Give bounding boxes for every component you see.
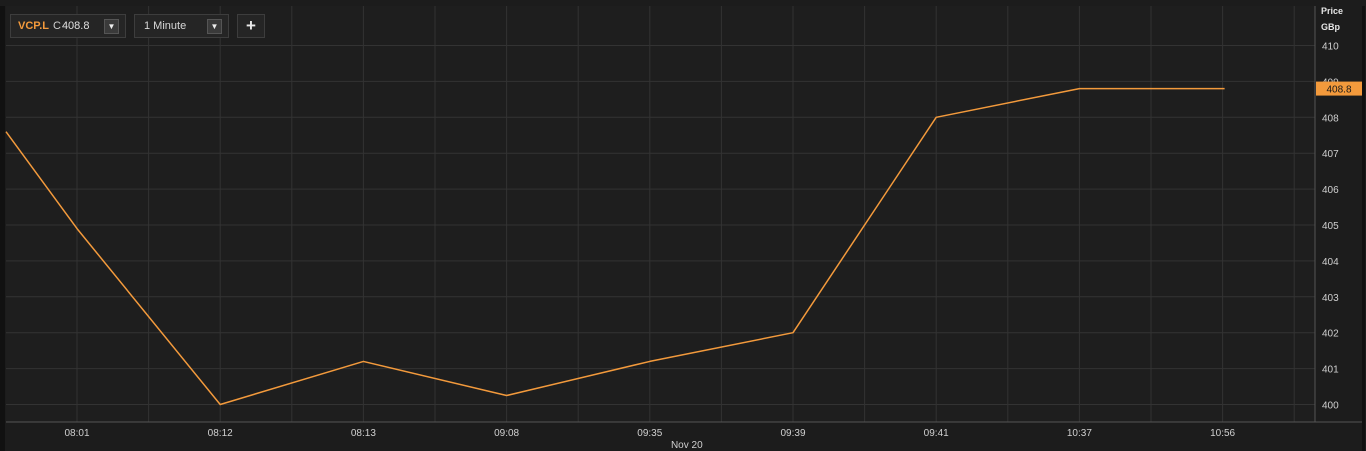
plus-icon: + bbox=[246, 16, 256, 35]
y-tick-label: 402 bbox=[1322, 329, 1339, 340]
symbol-selector[interactable]: VCP.L C 408.8 ▼ bbox=[10, 14, 126, 38]
chart-window: 40040140240340440540640740840941008:0108… bbox=[0, 0, 1366, 451]
series-point bbox=[505, 394, 509, 398]
series-point bbox=[1221, 87, 1225, 91]
series-point bbox=[218, 403, 222, 407]
add-button[interactable]: + bbox=[237, 14, 265, 38]
series-point bbox=[791, 331, 795, 335]
y-tick-label: 403 bbox=[1322, 293, 1339, 304]
series-point bbox=[361, 359, 365, 363]
series-point bbox=[1077, 87, 1081, 91]
caret-down-icon[interactable]: ▼ bbox=[104, 18, 119, 34]
series-point bbox=[75, 227, 79, 231]
x-tick-label: 08:01 bbox=[64, 428, 89, 439]
x-tick-label: 09:08 bbox=[494, 428, 519, 439]
x-tick-label: 09:35 bbox=[637, 428, 662, 439]
price-axis-title: Price bbox=[1321, 6, 1344, 16]
currency-label: GBp bbox=[1321, 22, 1340, 32]
left-edge bbox=[0, 6, 5, 451]
close-value: 408.8 bbox=[61, 20, 90, 32]
y-tick-label: 401 bbox=[1322, 365, 1339, 376]
y-tick-label: 404 bbox=[1322, 257, 1339, 268]
date-axis-label: Nov 20 bbox=[671, 440, 703, 451]
interval-label: 1 Minute bbox=[144, 20, 187, 32]
close-label: C bbox=[52, 20, 61, 32]
y-tick-label: 406 bbox=[1322, 185, 1339, 196]
x-tick-label: 08:13 bbox=[351, 428, 376, 439]
right-edge bbox=[1362, 6, 1365, 451]
x-tick-label: 09:39 bbox=[780, 428, 805, 439]
y-tick-label: 408 bbox=[1322, 113, 1339, 124]
y-tick-label: 400 bbox=[1322, 401, 1339, 412]
interval-selector[interactable]: 1 Minute ▼ bbox=[134, 14, 229, 38]
series-point bbox=[648, 359, 652, 363]
x-tick-label: 10:56 bbox=[1210, 428, 1235, 439]
y-tick-label: 407 bbox=[1322, 149, 1339, 160]
last-price-label: 408.8 bbox=[1326, 85, 1351, 96]
series-point bbox=[934, 115, 938, 119]
chart-toolbar: VCP.L C 408.8 ▼ 1 Minute ▼ + bbox=[10, 14, 265, 38]
price-chart[interactable]: 40040140240340440540640740840941008:0108… bbox=[0, 0, 1366, 451]
y-tick-label: 405 bbox=[1322, 221, 1339, 232]
caret-down-icon[interactable]: ▼ bbox=[207, 18, 222, 34]
x-tick-label: 09:41 bbox=[924, 428, 949, 439]
x-tick-label: 08:12 bbox=[208, 428, 233, 439]
symbol-label: VCP.L bbox=[18, 20, 49, 32]
y-tick-label: 410 bbox=[1322, 42, 1339, 53]
x-tick-label: 10:37 bbox=[1067, 428, 1092, 439]
